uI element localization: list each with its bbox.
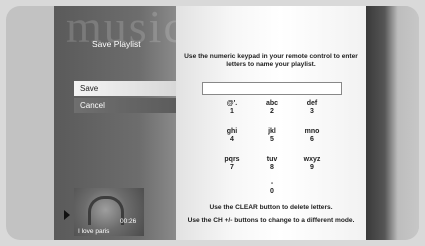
now-playing-thumbnail[interactable]: 00:26 I love paris: [74, 188, 144, 236]
key-8[interactable]: tuv 8: [252, 156, 292, 172]
menu-item-cancel[interactable]: Cancel: [74, 98, 176, 113]
key-3[interactable]: def 3: [292, 100, 332, 116]
menu: Save Cancel: [74, 81, 176, 115]
key-letters: jkl: [268, 128, 276, 135]
key-digit: 9: [310, 164, 314, 171]
key-letters: abc: [265, 100, 279, 107]
key-2[interactable]: abc 2: [252, 100, 292, 116]
now-playing-title: I love paris: [78, 228, 110, 235]
now-playing-time: 00:26: [120, 218, 137, 225]
playlist-name-input[interactable]: [202, 82, 342, 95]
right-edge-bar: [366, 6, 419, 240]
key-letters: tuv: [266, 156, 278, 163]
key-letters: -: [270, 180, 274, 187]
key-digit: 0: [270, 188, 274, 195]
tv-frame: music Save Playlist Save Cancel Use the …: [6, 6, 419, 240]
key-letters: wxyz: [303, 156, 321, 163]
instruction-top: Use the numeric keypad in your remote co…: [184, 53, 358, 68]
key-digit: 2: [270, 108, 274, 115]
headphones-icon: [88, 196, 124, 225]
key-letters: def: [306, 100, 318, 107]
key-digit: 5: [270, 136, 274, 143]
key-5[interactable]: jkl 5: [252, 128, 292, 144]
key-digit: 1: [230, 108, 234, 115]
page-title: Save Playlist: [92, 39, 141, 49]
key-digit: 6: [310, 136, 314, 143]
key-letters: mno: [304, 128, 320, 135]
key-9[interactable]: wxyz 9: [292, 156, 332, 172]
key-digit: 3: [310, 108, 314, 115]
key-digit: 4: [230, 136, 234, 143]
play-icon: [64, 210, 70, 220]
key-7[interactable]: pqrs 7: [212, 156, 252, 172]
key-letters: @'.: [226, 100, 238, 107]
key-digit: 8: [270, 164, 274, 171]
key-0[interactable]: -0: [252, 180, 292, 196]
key-4[interactable]: ghi 4: [212, 128, 252, 144]
content-panel: Use the numeric keypad in your remote co…: [176, 6, 366, 240]
instruction-clear: Use the CLEAR button to delete letters.: [209, 204, 333, 211]
key-letters: ghi: [226, 128, 238, 135]
key-letters: pqrs: [224, 156, 240, 163]
key-6[interactable]: mno 6: [292, 128, 332, 144]
menu-item-save[interactable]: Save: [74, 81, 176, 96]
key-digit: 7: [230, 164, 234, 171]
key-1[interactable]: @'. 1: [212, 100, 252, 116]
instruction-ch: Use the CH +/- buttons to change to a di…: [187, 217, 355, 224]
